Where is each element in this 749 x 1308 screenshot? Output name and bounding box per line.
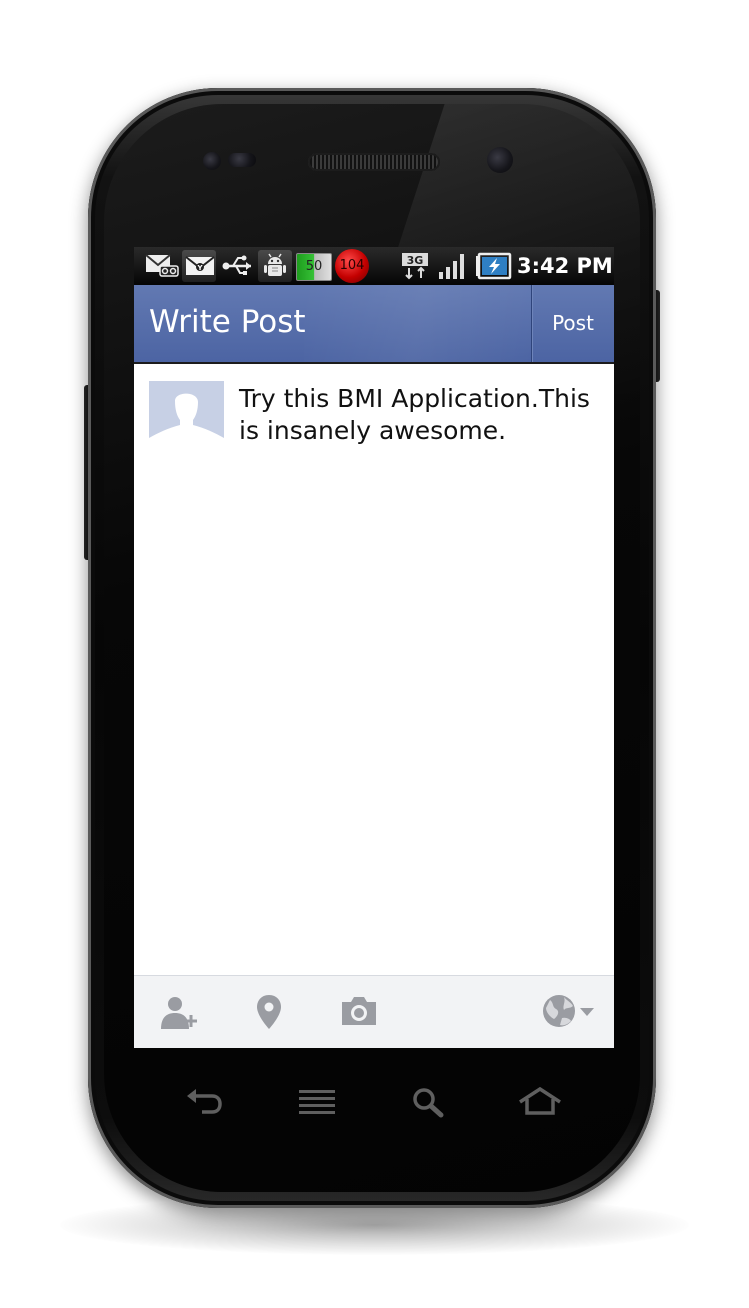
post-composer-text[interactable]: Try this BMI Application.This is insanel…	[239, 383, 599, 447]
cpu-load-icon: 104	[335, 249, 369, 283]
camera-icon[interactable]	[339, 994, 379, 1028]
avatar	[149, 381, 224, 456]
screen: Y 50 104 3G 3:42 PM Write Post Post Try …	[134, 247, 614, 1048]
home-icon[interactable]	[518, 1086, 562, 1118]
location-pin-icon[interactable]	[255, 993, 283, 1031]
proximity-sensor	[203, 152, 221, 170]
voicemail-icon	[144, 252, 180, 280]
back-icon[interactable]	[184, 1086, 224, 1118]
svg-text:3G: 3G	[407, 254, 424, 267]
post-button[interactable]: Post	[532, 285, 614, 362]
android-debug-icon	[261, 252, 289, 280]
battery-charging-icon	[473, 252, 513, 280]
search-icon[interactable]	[411, 1086, 447, 1118]
add-friend-icon[interactable]	[158, 995, 202, 1031]
email-icon: Y	[184, 252, 216, 280]
battery-percent-icon: 50	[296, 253, 332, 281]
privacy-globe-icon[interactable]	[540, 992, 598, 1030]
3g-data-icon: 3G	[401, 252, 429, 280]
usb-icon	[221, 252, 255, 280]
action-bar: Write Post Post	[134, 285, 614, 364]
light-sensor	[228, 153, 256, 167]
composer-toolbar	[134, 975, 614, 1048]
action-bar-highlight	[304, 285, 534, 362]
status-bar: Y 50 104 3G 3:42 PM	[134, 247, 614, 285]
menu-icon[interactable]	[298, 1088, 338, 1116]
signal-icon	[436, 252, 468, 280]
svg-text:Y: Y	[196, 264, 203, 272]
page-title: Write Post	[149, 304, 306, 340]
status-time: 3:42 PM	[517, 254, 613, 278]
earpiece-speaker	[308, 153, 440, 171]
front-camera	[487, 147, 513, 173]
